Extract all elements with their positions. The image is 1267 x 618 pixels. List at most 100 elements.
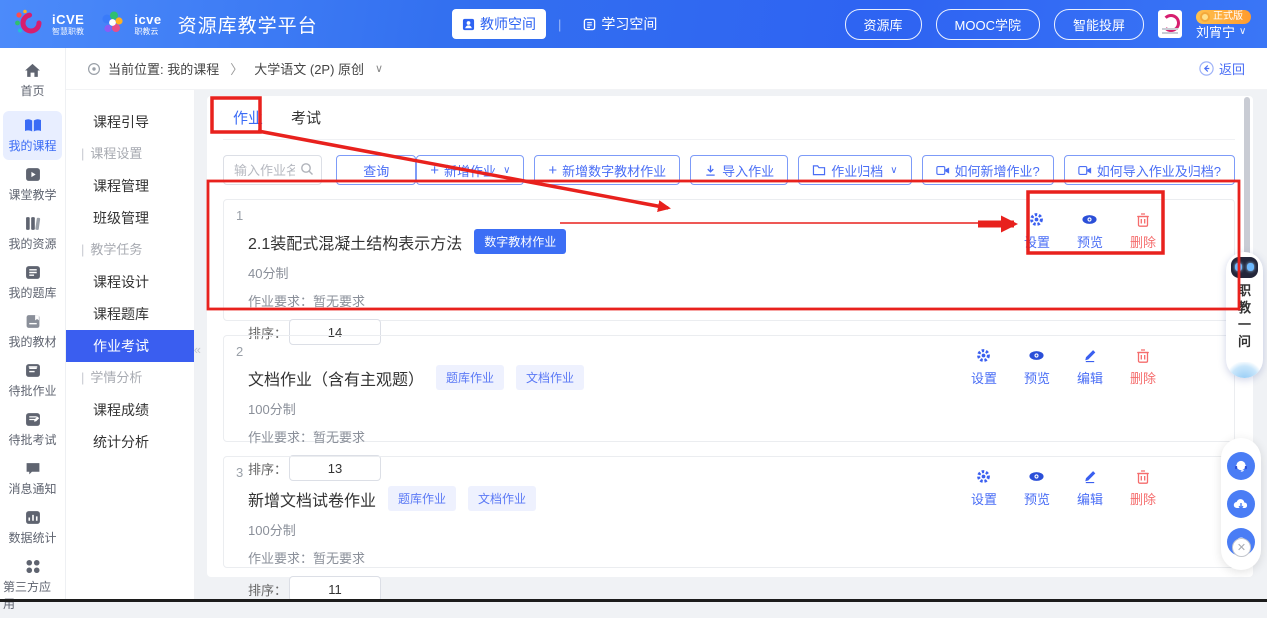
smart-cast-button[interactable]: 智能投屏: [1053, 8, 1144, 40]
scrollbar-thumb[interactable]: [1244, 97, 1250, 263]
gear-icon: [977, 349, 991, 362]
nav-teacher-space[interactable]: 教师空间: [452, 9, 546, 39]
plus-icon: +: [548, 161, 558, 179]
preview-action[interactable]: 预览: [1024, 469, 1050, 508]
eye-icon: [1029, 472, 1045, 481]
icve-zhihui-logo-text: iCVE 智慧职教: [52, 11, 85, 36]
row-actions: 设置 预览 编辑 删除: [971, 469, 1156, 508]
rail-item-home[interactable]: 首页: [3, 56, 62, 105]
sidebar-collapse-icon[interactable]: «: [194, 342, 201, 357]
close-floating-icon[interactable]: ✕: [1232, 538, 1251, 557]
course-caret-icon[interactable]: ∨: [375, 62, 383, 75]
delete-action[interactable]: 删除: [1130, 212, 1156, 251]
trash-icon: [1137, 470, 1149, 484]
sidebar-item-homework-exams[interactable]: 作业考试: [65, 330, 194, 362]
question-bank-icon: [25, 266, 40, 279]
chevron-down-icon: ∨: [503, 164, 511, 176]
homework-title: 2.1装配式混凝土结构表示方法: [248, 235, 463, 253]
sidebar-item-course-management[interactable]: 课程管理: [65, 170, 194, 202]
breadcrumb-course[interactable]: 大学语文 (2P) 原创: [254, 59, 364, 78]
tab-exam[interactable]: 考试: [291, 107, 321, 128]
settings-action[interactable]: 设置: [971, 469, 997, 508]
delete-action[interactable]: 删除: [1130, 348, 1156, 387]
back-button[interactable]: 返回: [1199, 59, 1245, 78]
user-caret-icon: ∨: [1239, 26, 1247, 37]
score-system: 40分制: [248, 266, 289, 281]
rail-item-third-party-apps[interactable]: 第三方应用: [3, 552, 62, 618]
delete-action[interactable]: 删除: [1130, 469, 1156, 508]
add-digital-textbook-homework-button[interactable]: + 新增数字教材作业: [534, 155, 681, 185]
row-actions: 设置 预览 编辑 删除: [971, 348, 1156, 387]
trash-icon: [1137, 213, 1149, 227]
sidebar-item-course-question-bank[interactable]: 课程题库: [65, 298, 194, 330]
resource-library-button[interactable]: 资源库: [844, 8, 922, 40]
rail-item-my-resources[interactable]: 我的资源: [3, 209, 62, 258]
medal-icon: [1200, 11, 1210, 22]
rail-item-pending-homework[interactable]: 待批作业: [3, 356, 62, 405]
document-homework-tag: 文档作业: [468, 486, 537, 511]
assistant-label: 问: [1237, 334, 1251, 349]
how-to-import-archive-button[interactable]: 如何导入作业及归档?: [1063, 155, 1235, 185]
tab-homework[interactable]: 作业: [233, 107, 263, 128]
sidebar-item-course-design[interactable]: 课程设计: [65, 266, 194, 298]
chevron-down-icon: ∨: [890, 164, 898, 176]
homework-requirement: 作业要求：暂无要求: [248, 430, 366, 445]
query-button[interactable]: 查询: [336, 155, 417, 185]
edit-action[interactable]: 编辑: [1077, 348, 1103, 387]
assistant-label: 教: [1237, 300, 1251, 315]
homework-title: 新增文档试卷作业: [248, 492, 377, 510]
how-to-add-homework-button[interactable]: 如何新增作业?: [921, 155, 1054, 185]
preview-action[interactable]: 预览: [1024, 348, 1050, 387]
homework-requirement: 作业要求：暂无要求: [248, 294, 366, 309]
add-homework-button[interactable]: + 新增作业 ∨: [416, 155, 525, 185]
mooc-academy-button[interactable]: MOOC学院: [935, 8, 1040, 40]
sidebar-item-course-guide[interactable]: 课程引导: [65, 106, 194, 138]
location-pin-icon: [87, 62, 101, 75]
textbook-icon: [26, 315, 39, 328]
user-area[interactable]: 正式版 刘宵宁 ∨: [1196, 9, 1251, 40]
rail-item-my-courses[interactable]: 我的课程: [3, 111, 62, 160]
statistics-icon: [25, 511, 40, 524]
homework-panel: 作业 考试 查询 + 新增作业 ∨ + 新增数字教材作业: [207, 96, 1253, 602]
customer-service-button[interactable]: [1227, 452, 1255, 480]
assistant-widget[interactable]: 职 教 一 问: [1226, 252, 1263, 378]
sidebar-section-learning-analysis: | 学情分析: [81, 370, 143, 385]
doc-shortcut-icon[interactable]: [1158, 10, 1182, 38]
rail-item-data-statistics[interactable]: 数据统计: [3, 503, 62, 552]
rail-item-message-notifications[interactable]: 消息通知: [3, 454, 62, 503]
sidebar-item-statistical-analysis[interactable]: 统计分析: [65, 426, 194, 458]
rail-item-my-textbooks[interactable]: 我的教材: [3, 307, 62, 356]
teacher-space-icon: [462, 18, 475, 30]
video-icon: [935, 165, 949, 175]
breadcrumb-bar: 当前位置: 我的课程 〉 大学语文 (2P) 原创 ∨ 返回: [65, 48, 1267, 90]
message-icon: [26, 463, 39, 475]
header-nav: 教师空间 | 学习空间: [452, 9, 667, 39]
sidebar-item-course-grades[interactable]: 课程成绩: [65, 394, 194, 426]
gear-icon: [977, 470, 991, 483]
rail-item-pending-exams[interactable]: 待批考试: [3, 405, 62, 454]
books-icon: [25, 217, 40, 230]
rail-item-classroom-teaching[interactable]: 课堂教学: [3, 160, 62, 209]
question-bank-tag: 题库作业: [436, 365, 505, 390]
edit-action[interactable]: 编辑: [1077, 469, 1103, 508]
rail-item-my-question-bank[interactable]: 我的题库: [3, 258, 62, 307]
toolbar: 查询 + 新增作业 ∨ + 新增数字教材作业 导入作业: [223, 154, 1235, 186]
sidebar-section-course-settings: | 课程设置: [81, 146, 143, 161]
question-bank-tag: 题库作业: [388, 486, 457, 511]
nav-learning-space[interactable]: 学习空间: [573, 9, 667, 39]
homework-archive-button[interactable]: 作业归档 ∨: [798, 155, 912, 185]
search-icon[interactable]: [300, 162, 314, 176]
play-square-icon: [25, 168, 40, 181]
settings-action[interactable]: 设置: [1024, 212, 1050, 251]
document-homework-tag: 文档作业: [516, 365, 585, 390]
download-center-button[interactable]: [1227, 490, 1255, 518]
icve-zhijiaoyun-logo-icon: [98, 9, 126, 40]
username: 刘宵宁: [1196, 24, 1236, 40]
robot-icon: [1231, 257, 1258, 278]
settings-action[interactable]: 设置: [971, 348, 997, 387]
preview-action[interactable]: 预览: [1077, 212, 1103, 251]
homework-row-2: 2 文档作业（含有主观题） 题库作业 文档作业 100分制 作业要求：暂无要求 …: [223, 335, 1235, 481]
sidebar-item-class-management[interactable]: 班级管理: [65, 202, 194, 234]
import-homework-button[interactable]: 导入作业: [690, 155, 789, 185]
pending-exams-icon: [25, 413, 40, 426]
